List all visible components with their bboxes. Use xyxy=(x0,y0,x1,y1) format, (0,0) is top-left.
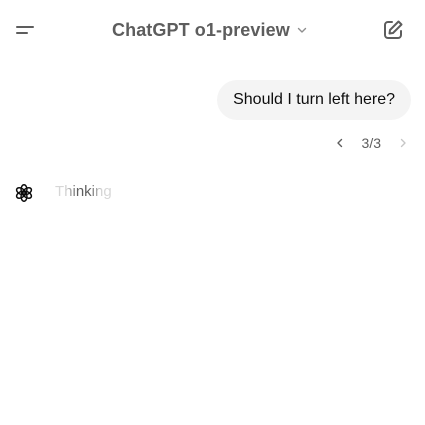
compose-icon[interactable] xyxy=(381,18,405,42)
thinking-status: Thinking xyxy=(55,183,112,200)
user-message-bubble: Should I turn left here? xyxy=(217,80,411,120)
page-counter: 3/3 xyxy=(361,135,381,151)
menu-icon[interactable] xyxy=(14,21,36,39)
chevron-left-icon[interactable] xyxy=(334,137,346,149)
model-name: ChatGPT o1-preview xyxy=(112,19,290,40)
chevron-right-icon[interactable] xyxy=(397,137,409,149)
user-message-text: Should I turn left here? xyxy=(233,91,395,108)
chat-screen: ChatGPT o1-preview Should I turn left he… xyxy=(0,0,425,425)
response-pager: 3/3 xyxy=(334,131,409,155)
openai-logo-icon xyxy=(15,184,33,202)
model-selector[interactable]: ChatGPT o1-preview xyxy=(112,14,308,46)
chevron-down-icon xyxy=(297,27,307,33)
